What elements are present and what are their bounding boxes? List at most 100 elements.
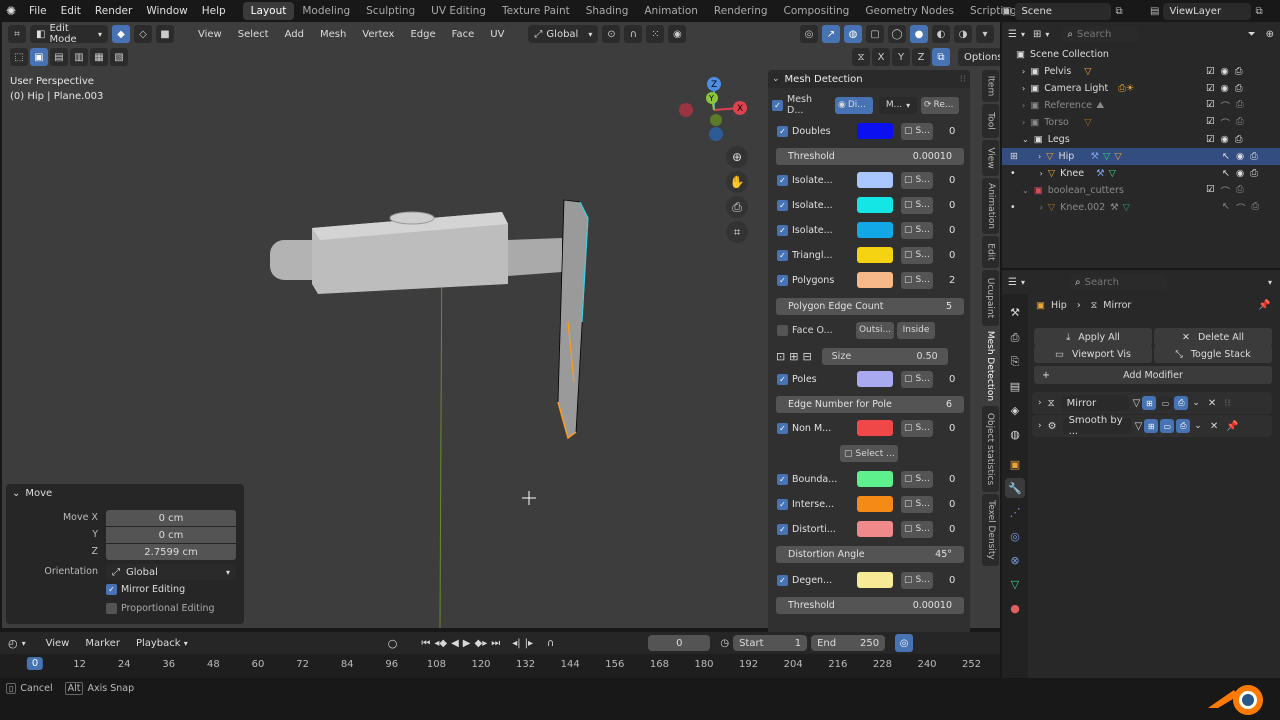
- non-manifold-color-swatch[interactable]: [857, 420, 893, 436]
- size-slider[interactable]: Size 0.50: [821, 347, 948, 365]
- camera-icon[interactable]: ⎙: [1236, 99, 1244, 113]
- menu-view[interactable]: View: [192, 27, 228, 42]
- move-y-field[interactable]: 0 cm: [106, 527, 236, 543]
- select-intersect-icon[interactable]: ▧: [110, 48, 128, 66]
- modifier-mirror[interactable]: › ⧖ Mirror ▽ ⊞ ▭ ⎙ ⌄ ✕ ⁝⁝: [1032, 392, 1272, 414]
- toggle-stack-button[interactable]: ⤡ Toggle Stack: [1154, 345, 1272, 363]
- tab-texture-paint[interactable]: Texture Paint: [494, 2, 578, 20]
- menu-mesh[interactable]: Mesh: [314, 27, 352, 42]
- move-panel-header[interactable]: ⌄ Move: [12, 488, 52, 499]
- select-extend-icon[interactable]: ▤: [50, 48, 68, 66]
- constraints-tab-icon[interactable]: ⊗: [1005, 550, 1025, 570]
- jump-end-icon[interactable]: ⏭: [491, 638, 500, 649]
- edit-cage-icon[interactable]: ▽: [1133, 398, 1141, 409]
- orientation-selector[interactable]: ⤢ Global ▾: [528, 25, 599, 43]
- render-tab-icon[interactable]: ⎙: [1005, 328, 1025, 348]
- visibility-icon[interactable]: ◎: [800, 25, 818, 43]
- outliner-row-knee-002[interactable]: • › ▽ Knee.002 ⚒ ▽ ↖ ⌒ ⎙: [1002, 199, 1280, 216]
- sidebar-tab-ucupaint[interactable]: Ucupaint: [982, 270, 999, 326]
- boundary-color-swatch[interactable]: [857, 471, 893, 487]
- isolated-1-checkbox[interactable]: ✓: [777, 174, 788, 186]
- tab-sculpting[interactable]: Sculpting: [358, 2, 423, 20]
- modifier-tab-icon[interactable]: 🔧: [1005, 478, 1025, 498]
- properties-search-input[interactable]: ⌕ Search: [1068, 274, 1167, 290]
- zoom-icon[interactable]: ⊕: [726, 146, 748, 168]
- camera-icon[interactable]: ⎙: [1250, 168, 1258, 179]
- properties-editor-icon[interactable]: ☰: [1008, 277, 1017, 288]
- select-subtract-icon[interactable]: ▥: [70, 48, 88, 66]
- threshold-slider[interactable]: Threshold 0.00010: [776, 148, 964, 165]
- eye-icon[interactable]: ◉: [1236, 168, 1244, 179]
- isolated-3-color-swatch[interactable]: [857, 222, 893, 238]
- mesh-detection-header[interactable]: ⌄ Mesh Detection ⁝⁝: [768, 70, 970, 88]
- menu-face[interactable]: Face: [446, 27, 481, 42]
- snap-target-icon[interactable]: ⁙: [646, 25, 665, 43]
- realtime-icon[interactable]: ▭: [1160, 419, 1175, 433]
- doubles-color-swatch[interactable]: [857, 123, 893, 139]
- sidebar-tab-object-statistics[interactable]: Object statistics: [982, 406, 999, 492]
- outliner-row-knee[interactable]: • › ▽ Knee ⚒ ▽ ↖ ◉ ⎙: [1002, 165, 1280, 182]
- triangles-select-button[interactable]: ▢ S...: [901, 246, 933, 264]
- editor-type-icon[interactable]: ⌗: [8, 25, 26, 43]
- modifier-smooth[interactable]: › ⚙ Smooth by ... ▽ ⊞ ▭ ⎙ ⌄ ✕ 📌: [1032, 415, 1272, 437]
- distortion-color-swatch[interactable]: [857, 521, 893, 537]
- navigation-gizmo[interactable]: X Z Y: [678, 74, 754, 146]
- checkbox-checked-icon[interactable]: ✓: [106, 584, 117, 595]
- doubles-select-button[interactable]: ▢ S...: [901, 122, 933, 140]
- edge-select-icon[interactable]: ◇: [134, 25, 152, 43]
- prev-keyframe-icon[interactable]: ◂◆: [434, 638, 447, 649]
- axis-x-toggle[interactable]: X: [872, 48, 890, 66]
- new-view-layer-icon[interactable]: ⧉: [1255, 6, 1262, 17]
- intersect-select-button[interactable]: ▢ S...: [901, 495, 933, 513]
- camera-view-icon[interactable]: ⎙: [726, 196, 748, 218]
- outliner-row-torso[interactable]: › ▣ Torso ▽ ☑ ⌒ ⎙: [1002, 114, 1280, 131]
- close-icon[interactable]: ✕: [1210, 421, 1218, 432]
- checkbox-checked-icon[interactable]: ☑: [1206, 134, 1215, 145]
- doubles-checkbox[interactable]: ✓: [777, 125, 788, 137]
- select-invert-icon[interactable]: ▦: [90, 48, 108, 66]
- sidebar-tab-item[interactable]: Item: [982, 70, 999, 102]
- non-manifold-select-button[interactable]: ▢ S...: [901, 419, 933, 437]
- sidebar-tab-edit[interactable]: Edit: [982, 236, 999, 268]
- mode-dropdown[interactable]: M... ▾: [879, 96, 917, 114]
- threshold-slider-2[interactable]: Threshold 0.00010: [776, 597, 964, 614]
- poles-select-button[interactable]: ▢ S...: [901, 370, 933, 388]
- menu-window[interactable]: Window: [139, 5, 194, 17]
- timeline-menu-marker[interactable]: Marker: [79, 636, 126, 651]
- isolated-2-checkbox[interactable]: ✓: [777, 199, 788, 211]
- pivot-point-icon[interactable]: ⊙: [602, 25, 621, 43]
- editmode-icon[interactable]: ⊞: [1142, 396, 1157, 410]
- filter-icon[interactable]: ⏷: [1248, 29, 1256, 40]
- end-frame-field[interactable]: End 250: [811, 635, 886, 651]
- drag-handle-icon[interactable]: ⁝⁝: [960, 74, 966, 85]
- triangles-checkbox[interactable]: ✓: [777, 249, 788, 261]
- outside-button[interactable]: Outsi...: [856, 321, 894, 339]
- face-select-icon[interactable]: ■: [156, 25, 174, 43]
- checkbox-checked-icon[interactable]: ☑: [1206, 116, 1215, 130]
- camera-icon[interactable]: ⎙: [1250, 151, 1258, 162]
- polygon-edge-count-slider[interactable]: Polygon Edge Count 5: [776, 298, 964, 315]
- tab-layout[interactable]: Layout: [242, 2, 295, 20]
- mode-selector[interactable]: ◧ Edit Mode ▾: [30, 23, 108, 45]
- face-orientation-checkbox[interactable]: [777, 324, 788, 336]
- close-icon[interactable]: ✕: [1208, 398, 1216, 409]
- select-arrow-icon[interactable]: ↖: [1222, 201, 1230, 215]
- particles-tab-icon[interactable]: ⋰: [1005, 502, 1025, 522]
- poles-checkbox[interactable]: ✓: [777, 373, 788, 385]
- checkbox-checked-icon[interactable]: ☑: [1206, 99, 1215, 113]
- next-keyframe-icon[interactable]: ◆▸: [475, 638, 488, 649]
- outliner-row-boolean-cutters[interactable]: ⌄ ▣ boolean_cutters ☑ ⌒ ⎙: [1002, 182, 1280, 199]
- chevron-down-icon[interactable]: ⌄: [1194, 421, 1202, 431]
- drag-handle-icon[interactable]: ⁝⁝: [1224, 398, 1230, 409]
- material-shading-icon[interactable]: ◐: [932, 25, 950, 43]
- sidebar-tab-animation[interactable]: Animation: [982, 178, 999, 234]
- next-frame-icon[interactable]: |▸: [525, 638, 533, 649]
- auto-keying-icon[interactable]: ∩: [547, 638, 554, 649]
- eye-closed-icon[interactable]: ⌒: [1221, 116, 1231, 130]
- checkbox-checked-icon[interactable]: ☑: [1206, 83, 1215, 94]
- degenerate-color-swatch[interactable]: [857, 572, 893, 588]
- eye-icon[interactable]: ◉: [1236, 151, 1244, 162]
- wireframe-shading-icon[interactable]: ◯: [888, 25, 906, 43]
- proportional-edit-icon[interactable]: ◉: [668, 25, 687, 43]
- checkbox-checked-icon[interactable]: ☑: [1206, 184, 1215, 198]
